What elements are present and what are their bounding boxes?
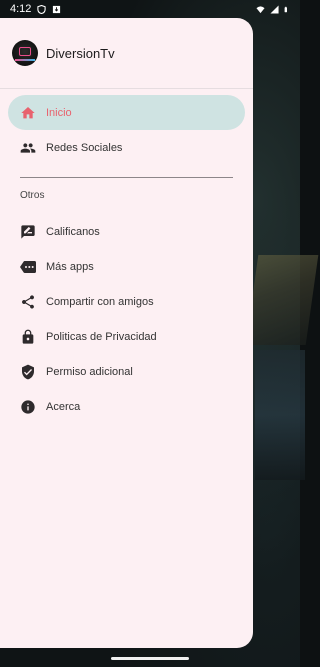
- drawer-item-label: Redes Sociales: [46, 141, 123, 154]
- section-title-otros: Otros: [20, 190, 45, 201]
- drawer-item-label: Más apps: [46, 260, 94, 273]
- drawer-item-permiso[interactable]: Permiso adicional: [8, 354, 245, 389]
- drawer-item-label: Acerca: [46, 400, 81, 413]
- drawer-item-label: Compartir con amigos: [46, 295, 154, 308]
- background-artwork: [245, 255, 319, 345]
- drawer-item-redes-sociales[interactable]: Redes Sociales: [8, 130, 245, 165]
- drawer-item-label: Politicas de Privacidad: [46, 330, 157, 343]
- download-icon: [53, 5, 61, 13]
- rate-review-icon: [20, 224, 36, 240]
- drawer-item-label: Calificanos: [46, 225, 100, 238]
- battery-icon: [284, 6, 287, 12]
- status-bar: 4:12: [0, 0, 300, 18]
- status-time: 4:12: [10, 3, 32, 15]
- app-name: DiversionTv: [46, 45, 115, 61]
- drawer-item-inicio[interactable]: Inicio: [8, 95, 245, 130]
- verified-shield-icon: [20, 364, 36, 380]
- drawer-menu: Inicio Redes Sociales Otros Calificanos …: [0, 89, 253, 424]
- lock-icon: [20, 329, 36, 345]
- app-logo: [12, 40, 38, 66]
- drawer-item-label: Permiso adicional: [46, 365, 133, 378]
- wifi-icon: [256, 5, 265, 13]
- vpn-shield-icon: [37, 4, 47, 14]
- people-icon: [20, 140, 36, 156]
- navigation-drawer: DiversionTv Inicio Redes Sociales Otros …: [0, 18, 253, 648]
- drawer-divider: [20, 177, 233, 178]
- signal-icon: [270, 4, 279, 14]
- background-artwork-secondary: [255, 350, 305, 480]
- drawer-header: DiversionTv: [0, 18, 253, 89]
- drawer-item-label: Inicio: [46, 106, 72, 119]
- share-icon: [20, 294, 36, 310]
- home-icon: [20, 105, 36, 121]
- info-icon: [20, 399, 36, 415]
- drawer-item-compartir[interactable]: Compartir con amigos: [8, 284, 245, 319]
- gesture-navigation-handle[interactable]: [111, 657, 189, 660]
- drawer-item-calificanos[interactable]: Calificanos: [8, 214, 245, 249]
- drawer-item-acerca[interactable]: Acerca: [8, 389, 245, 424]
- drawer-item-mas-apps[interactable]: Más apps: [8, 249, 245, 284]
- drawer-item-privacidad[interactable]: Politicas de Privacidad: [8, 319, 245, 354]
- more-apps-icon: [20, 259, 36, 275]
